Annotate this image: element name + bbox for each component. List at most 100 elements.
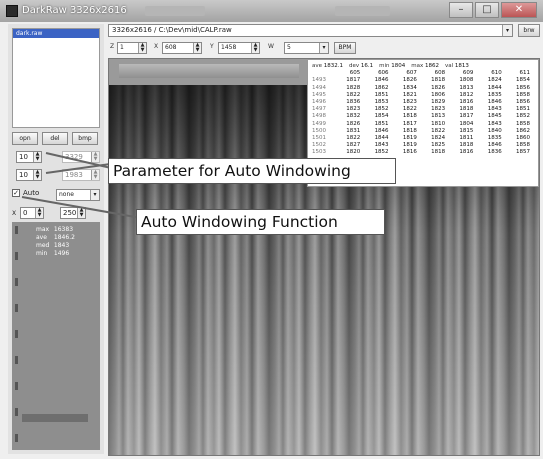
pixel-corner — [312, 70, 336, 77]
pixel-value-cell: 1852 — [516, 113, 530, 120]
pixel-summary-value: 1804 — [391, 63, 406, 69]
spinner-arrows-icon[interactable]: ▲ ▼ — [33, 152, 41, 162]
stat-med-label: med — [36, 242, 50, 249]
table-row: 1493 1817 1846 1826 1818 1808 1824 1854 — [312, 77, 534, 84]
w-select[interactable]: 5 ▾ — [284, 42, 329, 54]
pixel-column-label: 610 — [491, 70, 502, 77]
pixel-row-label: 1494 — [312, 84, 326, 91]
pixel-value-cell: 1811 — [459, 135, 474, 142]
pixel-value-cell: 1822 — [402, 106, 417, 113]
pixel-summary-label: val — [445, 63, 454, 69]
pixel-summary-value: 1813 — [454, 63, 469, 69]
pixel-value-cell: 1852 — [374, 149, 389, 156]
spinner-arrows-icon[interactable]: ▲ ▼ — [193, 43, 201, 53]
spinner-arrows-icon[interactable]: ▲ ▼ — [138, 43, 146, 53]
pixel-summary-item: dev 16.1 — [349, 63, 373, 70]
title-bar: DarkRaw 3326x2616 – □ ✕ — [0, 0, 543, 22]
pixel-value-cell: 1845 — [487, 113, 502, 120]
y-spinner[interactable]: 1458 ▲ ▼ — [218, 42, 260, 54]
pixel-value-cell: 1817 — [402, 120, 417, 127]
pixel-summary-label: dev — [349, 63, 360, 69]
file-list[interactable]: dark.raw — [12, 28, 100, 128]
pixel-value-cell: 1815 — [459, 127, 474, 134]
pixel-row-label: 1493 — [312, 77, 326, 84]
pixel-value-cell: 1824 — [431, 135, 446, 142]
spinner-arrows-icon[interactable]: ▲ ▼ — [91, 170, 99, 180]
range-end-value: 250 — [63, 209, 77, 217]
spinner-arrows-icon[interactable]: ▲ ▼ — [77, 208, 85, 218]
pixel-value-cell: 1851 — [374, 91, 389, 98]
range-start-spinner[interactable]: 0 ▲ ▼ — [20, 207, 44, 219]
z-spinner[interactable]: 1 ▲ ▼ — [117, 42, 147, 54]
pixel-value-cell: 1856 — [516, 84, 530, 91]
auto-window-checkbox[interactable]: ✓ — [12, 189, 20, 197]
pixel-value-cell: 1818 — [431, 149, 446, 156]
pixel-value-cell: 1851 — [516, 106, 530, 113]
pixel-value-cell: 1804 — [459, 120, 474, 127]
pixel-value-cell: 1860 — [516, 135, 530, 142]
auto-mode-select[interactable]: none ▾ — [56, 189, 100, 201]
delete-button[interactable]: del — [42, 132, 68, 145]
pixel-value-cell: 1817 — [459, 113, 474, 120]
pixel-summary-value: 1832.1 — [323, 63, 344, 69]
x-spinner[interactable]: 608 ▲ ▼ — [162, 42, 202, 54]
spinner-arrows-icon[interactable]: ▲ ▼ — [33, 170, 41, 180]
pixel-value-cell: 1813 — [431, 113, 446, 120]
spinner-arrows-icon[interactable]: ▲ ▼ — [91, 152, 99, 162]
histogram-tick — [15, 408, 18, 416]
pixel-value-cell: 1836 — [487, 149, 502, 156]
pixel-value-cell: 1835 — [487, 91, 502, 98]
table-row: 1499 1826 1851 1817 1810 1804 1843 1858 — [312, 121, 534, 128]
z-label: Z — [110, 43, 115, 50]
range-start-value: 0 — [23, 209, 28, 217]
histogram-tick — [15, 330, 18, 338]
spinner-arrows-icon[interactable]: ▲ ▼ — [35, 208, 43, 218]
pixel-value-cell: 1818 — [402, 127, 417, 134]
pixel-value-cell: 1846 — [374, 127, 389, 134]
left-panel: dark.raw opn del bmp 10 ▲ ▼ 3329 ▲ ▼ 10 ▲ ▼… — [8, 24, 104, 454]
maximize-button[interactable]: □ — [475, 2, 499, 18]
pixel-summary-item: min 1804 — [379, 63, 405, 70]
file-path-select[interactable]: 3326x2616 / C:\Dev\mid\CALP.raw ▾ — [108, 24, 513, 37]
range-end-spinner[interactable]: 250 ▲ ▼ — [60, 207, 86, 219]
pixel-value-cell: 1821 — [402, 91, 417, 98]
bmp-button[interactable]: bmp — [72, 132, 98, 145]
pixel-value-cell: 1822 — [431, 127, 446, 134]
w-value: 5 — [287, 44, 291, 51]
window-param-1-spinner[interactable]: 10 ▲ ▼ — [16, 151, 42, 163]
pixel-value-cell: 1826 — [402, 77, 417, 84]
pixel-value-cell: 1823 — [402, 99, 417, 106]
y-label: Y — [210, 43, 214, 50]
histogram-panel: max 16383 ave 1846.2 med 1843 min 1496 — [12, 222, 100, 450]
table-row: 1497 1823 1852 1822 1823 1818 1843 1851 — [312, 106, 534, 113]
pixel-value-cell: 1836 — [346, 99, 361, 106]
open-button[interactable]: opn — [12, 132, 38, 145]
pixel-summary-value: 1862 — [425, 63, 440, 69]
pixel-row-label: 1501 — [312, 135, 326, 142]
pixel-column-label: 605 — [349, 70, 361, 77]
pixel-value-cell: 1817 — [346, 77, 361, 84]
pixel-row-label: 1495 — [312, 91, 326, 98]
pixel-value-cell: 1858 — [516, 142, 530, 149]
window-param-2-spinner[interactable]: 10 ▲ ▼ — [16, 169, 42, 181]
pixel-value-cell: 1832 — [346, 113, 361, 120]
histogram-tick — [15, 304, 18, 312]
bpm-button[interactable]: BPM — [334, 42, 356, 54]
browse-button[interactable]: brw — [518, 24, 540, 37]
pixel-value-cell: 1822 — [346, 91, 361, 98]
x-label: X — [154, 43, 159, 50]
minimize-button[interactable]: – — [449, 2, 473, 18]
file-list-item[interactable]: dark.raw — [13, 29, 99, 38]
window-param-2-value: 10 — [19, 171, 28, 179]
pixel-value-cell: 1819 — [402, 142, 417, 149]
stat-min-label: min — [36, 250, 48, 257]
histogram-tick — [15, 356, 18, 364]
stat-max-value: 16383 — [53, 226, 74, 233]
app-icon — [6, 5, 18, 17]
pixel-value-cell: 1843 — [487, 120, 502, 127]
spinner-arrows-icon[interactable]: ▲ ▼ — [251, 43, 259, 53]
pixel-value-cell: 1843 — [487, 106, 502, 113]
close-button[interactable]: ✕ — [501, 2, 537, 18]
background-tab — [145, 6, 205, 16]
background-tab — [335, 6, 390, 16]
